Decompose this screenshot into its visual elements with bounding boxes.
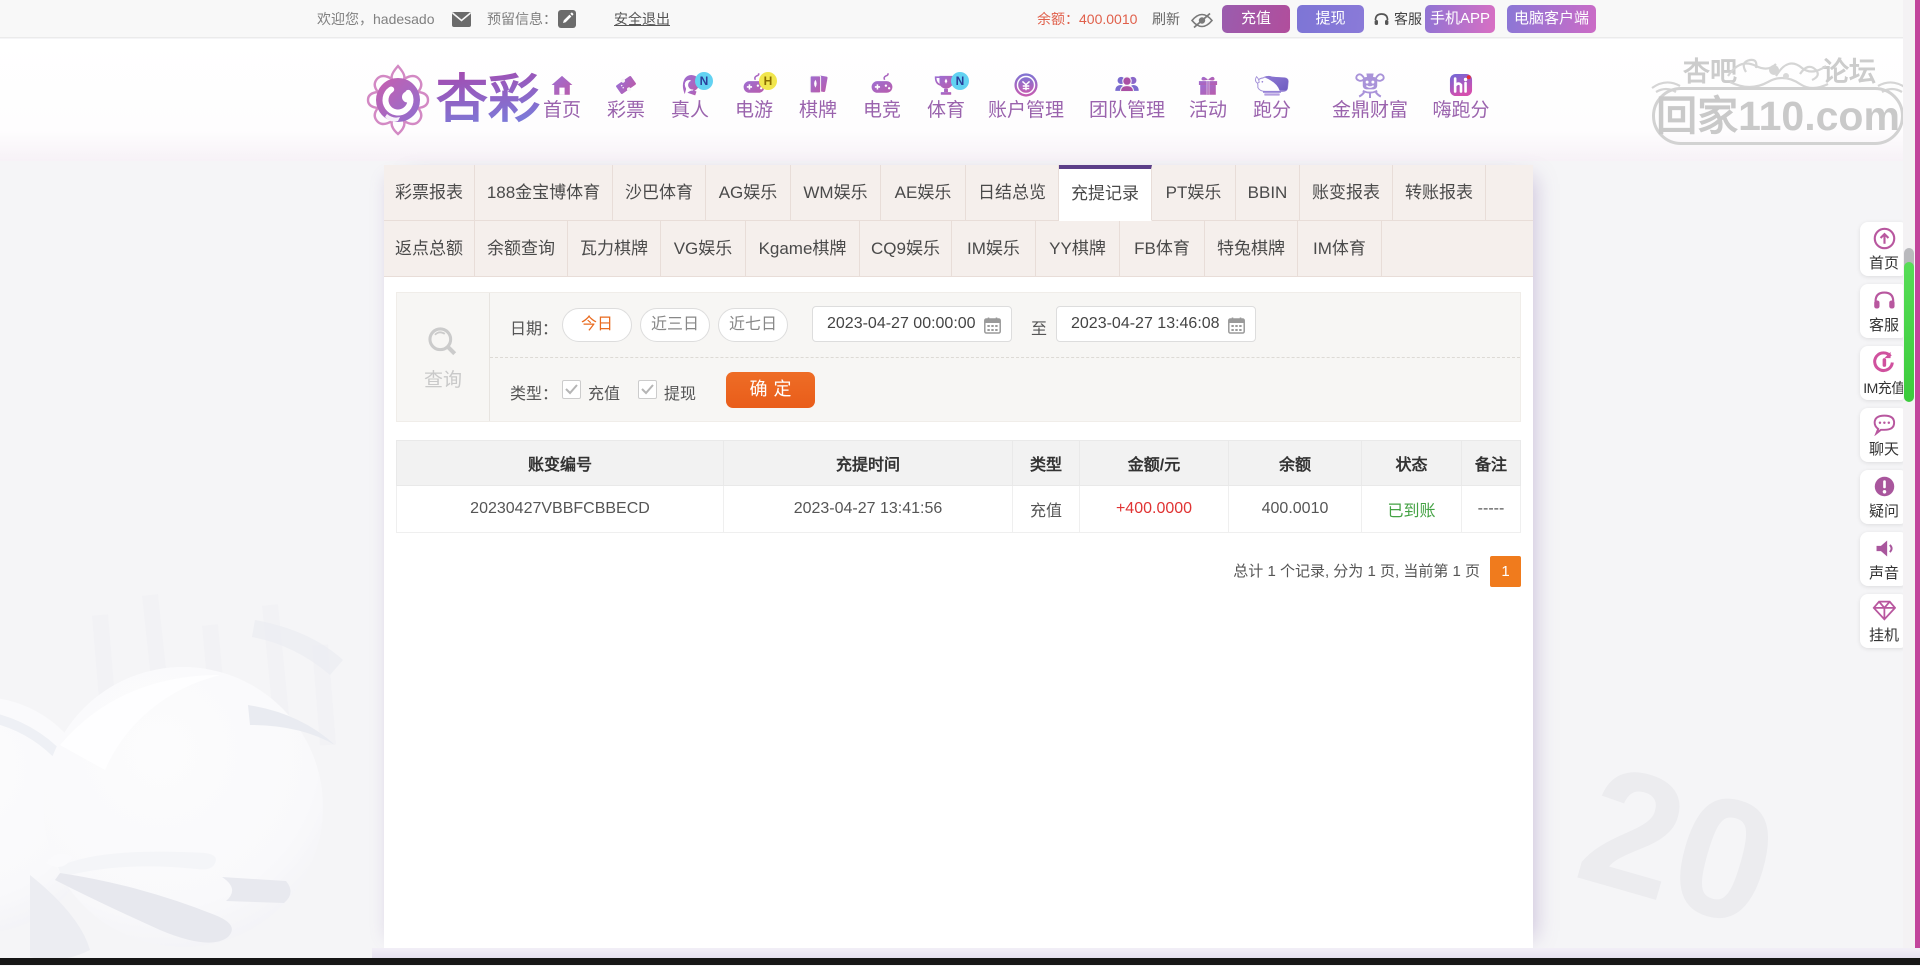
svg-text:杏彩: 杏彩	[436, 71, 540, 129]
